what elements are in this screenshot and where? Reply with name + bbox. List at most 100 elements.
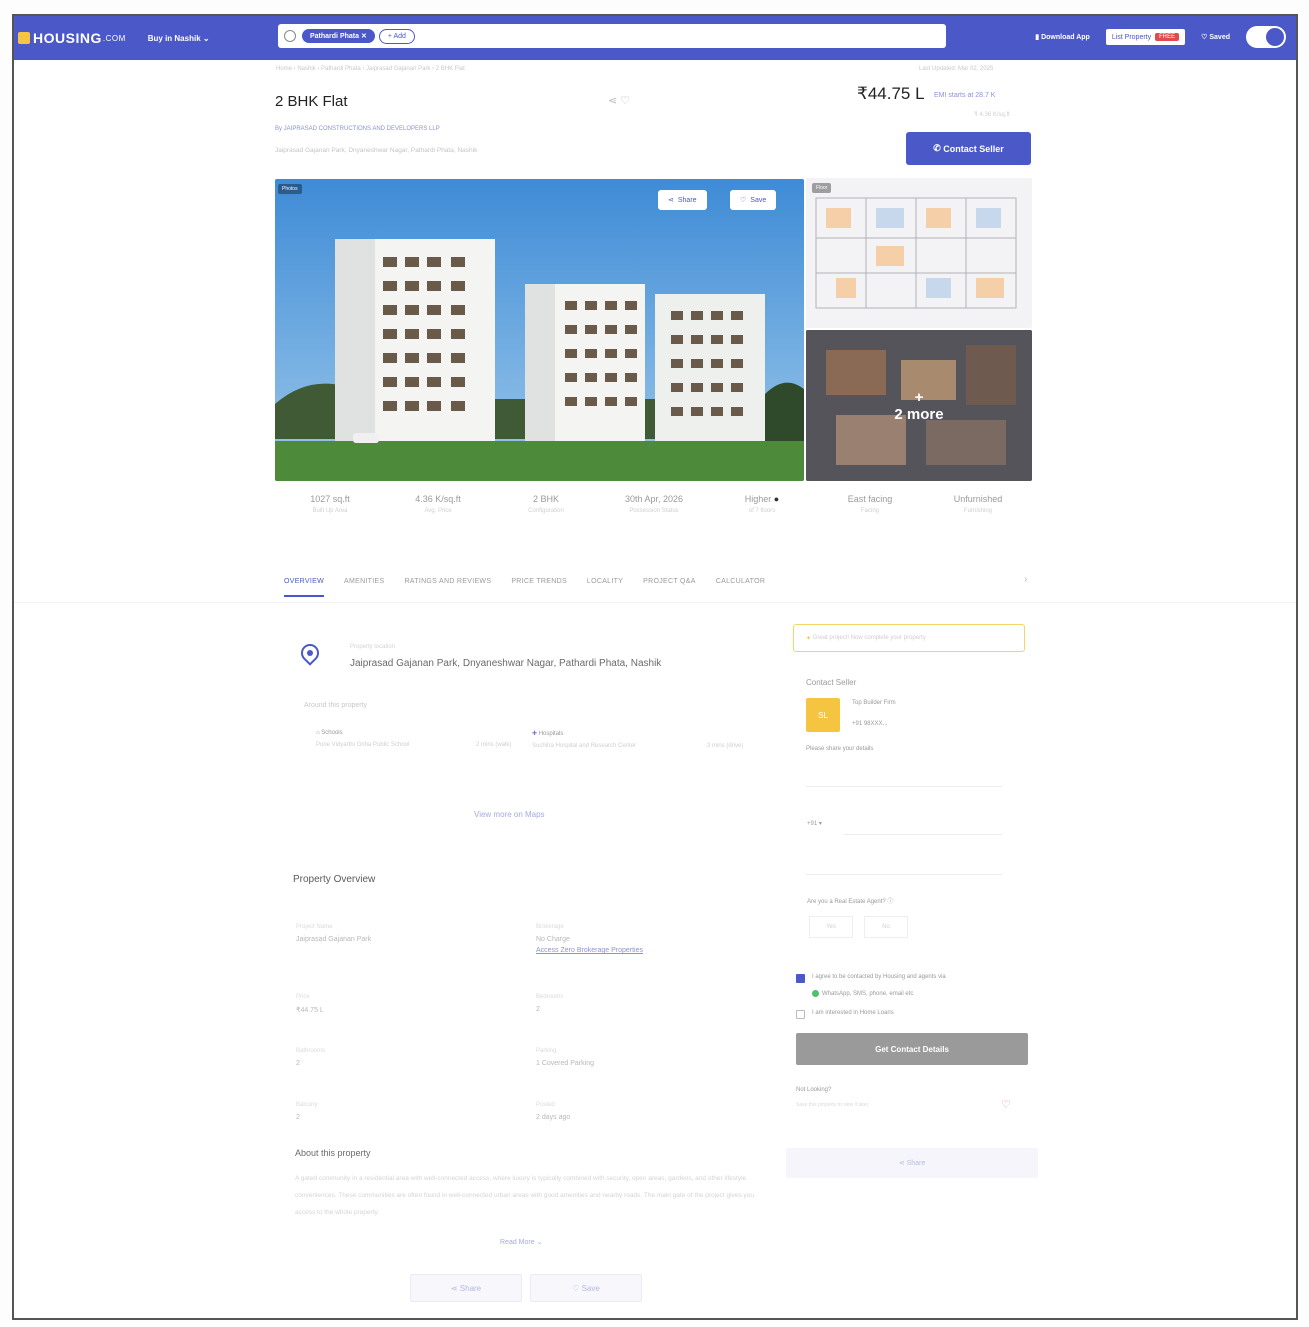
share-details-label: Please share your details [806, 746, 874, 752]
floor-plan-tag: Floor [812, 183, 832, 193]
info-icon: ⓘ [887, 899, 894, 905]
seller-name: Top Builder Firm [852, 700, 896, 706]
contact-channels: WhatsApp, SMS, phone, email etc [812, 990, 913, 997]
home-loan-checkbox[interactable] [796, 1010, 805, 1019]
heart-icon[interactable]: ♡ [1001, 1098, 1013, 1111]
hospital-icon: ✚ [532, 731, 539, 737]
agent-question: Are you a Real Estate Agent? ⓘ [807, 899, 894, 905]
zero-brokerage-link[interactable]: Access Zero Brokerage Properties [536, 947, 643, 954]
whatsapp-icon [812, 990, 819, 997]
download-app-link[interactable]: ▮ Download App [1035, 33, 1090, 41]
spec-furnishing: Unfurnished Furnishing [953, 494, 1003, 514]
tab-project-qa[interactable]: PROJECT Q&A [643, 578, 696, 597]
read-more-link[interactable]: Read More ⌄ [500, 1238, 542, 1246]
phone-field[interactable] [844, 834, 1002, 835]
share-icon[interactable]: ⋖ [608, 95, 617, 107]
agree-text: I agree to be contacted by Housing and a… [812, 974, 946, 980]
hero-save-button[interactable]: ♡ Save [730, 190, 777, 210]
nearby-school[interactable]: ⌂ Schools Pune Vidyarthi Griha Public Sc… [316, 730, 516, 748]
hero-share-button[interactable]: ⋖ Share [658, 190, 707, 210]
property-overview-heading: Property Overview [293, 874, 376, 885]
info-icon[interactable]: ● [774, 494, 779, 504]
location-caption: Property location [350, 644, 396, 650]
add-locality-button[interactable]: + Add [378, 28, 415, 44]
chevron-right-icon[interactable]: › [1024, 574, 1027, 585]
tab-ratings[interactable]: RATINGS AND REVIEWS [404, 578, 491, 597]
chevron-down-icon: ⌄ [202, 33, 210, 43]
location-pin-icon [297, 640, 323, 666]
spec-area: 1027 sq.ft Built Up Area [310, 494, 350, 514]
section-tabs: OVERVIEW AMENITIES RATINGS AND REVIEWS P… [284, 578, 765, 597]
agree-checkbox[interactable] [796, 974, 805, 983]
search-bar[interactable]: Pathardi Phata ✕ + Add [278, 24, 946, 48]
phone-icon: ✆ [933, 143, 944, 153]
around-heading: Around this property [304, 702, 368, 709]
housing-logo[interactable]: HOUSING .COM [18, 30, 126, 46]
search-chip-locality[interactable]: Pathardi Phata ✕ [302, 29, 375, 43]
title-actions: ⋖ ♡ [608, 94, 630, 107]
overview-project-name: Project Name Jaiprasad Gajanan Park [296, 924, 372, 943]
spec-possession: 30th Apr, 2026 Possession Status [624, 494, 684, 514]
overview-bedrooms: Bedrooms 2 [536, 994, 564, 1013]
overview-posted: Posted 2 days ago [536, 1102, 571, 1121]
lightbulb-icon: ✦ [806, 635, 813, 642]
seller-avatar: SL [806, 698, 840, 732]
agent-no-button[interactable]: No [864, 916, 908, 938]
tab-calculator[interactable]: CALCULATOR [716, 578, 765, 597]
close-icon[interactable]: ✕ [361, 33, 367, 40]
share-icon: ⋖ [898, 1160, 907, 1167]
property-address: Jaiprasad Gajanan Park, Dnyaneshwar Naga… [275, 147, 478, 154]
heart-icon: ♡ [572, 1283, 582, 1293]
agent-yes-button[interactable]: Yes [809, 916, 853, 938]
saved-link[interactable]: ♡ Saved [1201, 33, 1230, 41]
contact-seller-button[interactable]: ✆ Contact Seller [906, 132, 1031, 165]
key-specs: 1027 sq.ft Built Up Area 4.36 K/sq.ft Avg.… [276, 494, 1032, 514]
more-photos-overlay[interactable]: + 2 more [806, 330, 1032, 481]
bottom-save-button[interactable]: ♡ Save [530, 1274, 642, 1302]
avatar [1266, 28, 1284, 46]
page-title: 2 BHK Flat [275, 93, 348, 110]
view-on-maps-link[interactable]: View more on Maps [474, 810, 545, 819]
nearby-hospital[interactable]: ✚ Hospitals Suchitra Hospital and Resear… [532, 730, 747, 749]
tab-price-trends[interactable]: PRICE TRENDS [511, 578, 567, 597]
location-address: Jaiprasad Gajanan Park, Dnyaneshwar Naga… [350, 658, 662, 669]
search-icon [284, 30, 296, 42]
country-code-select[interactable]: +91 ▾ [807, 820, 822, 827]
buy-city-selector[interactable]: Buy in Nashik ⌄ [148, 34, 278, 43]
overview-bathrooms: Bathrooms 2 [296, 1048, 326, 1067]
about-text: A gated community in a residential area … [295, 1175, 755, 1216]
heart-icon[interactable]: ♡ [620, 95, 630, 107]
floor-plan-thumbnail[interactable] [806, 178, 1032, 328]
breadcrumb[interactable]: Home › Nashik › Pathardi Phata › Jaipras… [276, 66, 465, 72]
email-field[interactable] [806, 874, 1002, 875]
spec-facing: East facing Facing [847, 494, 893, 514]
user-menu[interactable] [1246, 26, 1286, 48]
tab-amenities[interactable]: AMENITIES [344, 578, 384, 597]
property-price: ₹44.75 L [857, 84, 925, 103]
name-field[interactable] [806, 786, 1002, 787]
sidebar-share-button[interactable]: ⋖ Share [786, 1148, 1038, 1178]
share-icon: ⋖ [668, 197, 674, 204]
more-photos-label: 2 more [894, 405, 944, 423]
list-property-button[interactable]: List Property FREE [1105, 29, 1186, 45]
overview-balcony: Balcony 2 [296, 1102, 318, 1121]
not-looking-subtext: Save this property to view it later [796, 1102, 869, 1108]
emi-link[interactable]: EMI starts at 28.7 K [934, 92, 995, 99]
about-heading: About this property [295, 1148, 371, 1158]
hero-photo[interactable] [275, 179, 804, 481]
not-looking-heading: Not Looking? [796, 1087, 832, 1093]
bottom-share-button[interactable]: ⋖ Share [410, 1274, 522, 1302]
tab-locality[interactable]: LOCALITY [587, 578, 623, 597]
get-contact-details-button[interactable]: Get Contact Details [796, 1033, 1028, 1065]
free-badge: FREE [1155, 33, 1180, 41]
tab-overview[interactable]: OVERVIEW [284, 578, 325, 597]
last-updated: Last Updated: Mar 02, 2025 [919, 66, 994, 72]
overview-price: Price ₹44.75 L [296, 994, 324, 1014]
overview-parking: Parking 1 Covered Parking [536, 1048, 594, 1067]
contact-seller-heading: Contact Seller [806, 678, 857, 687]
share-icon: ⋖ [450, 1283, 460, 1293]
heart-icon: ♡ [740, 197, 747, 204]
photos-tag: Photos [278, 184, 302, 194]
header-actions: ▮ Download App List Property FREE ♡ Saved [1035, 26, 1286, 48]
builder-link[interactable]: By JAIPRASAD CONSTRUCTIONS AND DEVELOPER… [275, 126, 440, 132]
